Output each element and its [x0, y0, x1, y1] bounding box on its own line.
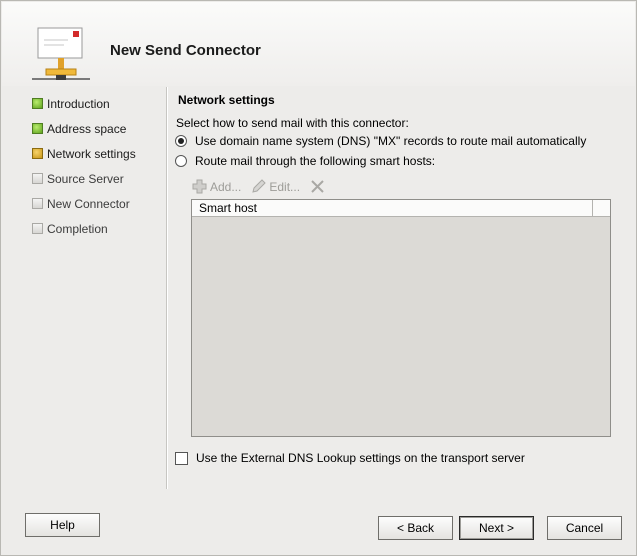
- step-complete-icon: [32, 123, 43, 134]
- step-address-space: Address space: [32, 122, 157, 147]
- smart-host-label: Route mail through the following smart h…: [195, 154, 436, 168]
- step-completion: Completion: [32, 222, 157, 247]
- step-pending-icon: [32, 198, 43, 209]
- smart-host-option[interactable]: Route mail through the following smart h…: [175, 154, 435, 168]
- edit-label: Edit...: [269, 179, 301, 194]
- step-current-icon: [32, 148, 43, 159]
- smart-host-radio[interactable]: [175, 155, 187, 167]
- cancel-button[interactable]: Cancel: [547, 516, 622, 540]
- step-new-connector: New Connector: [32, 197, 157, 222]
- wizard-window: New Send Connector Introduction Address …: [0, 0, 637, 556]
- step-complete-icon: [32, 98, 43, 109]
- route-prompt: Select how to send mail with this connec…: [176, 116, 409, 130]
- section-title: Network settings: [178, 93, 275, 107]
- add-label: Add...: [210, 179, 242, 194]
- external-dns-label: Use the External DNS Lookup settings on …: [196, 451, 525, 465]
- step-label: Address space: [47, 122, 127, 136]
- step-network-settings: Network settings: [32, 147, 157, 172]
- pencil-icon: [252, 179, 267, 193]
- help-button[interactable]: Help: [25, 513, 100, 537]
- dns-mx-option[interactable]: Use domain name system (DNS) "MX" record…: [175, 134, 586, 148]
- back-button[interactable]: < Back: [378, 516, 453, 540]
- wizard-steps: Introduction Address space Network setti…: [32, 97, 157, 247]
- network-settings-panel: Network settings Select how to send mail…: [168, 87, 620, 489]
- add-button[interactable]: Add...: [192, 179, 241, 194]
- add-icon: [192, 179, 207, 194]
- remove-button[interactable]: [310, 179, 328, 194]
- step-label: Introduction: [47, 97, 110, 111]
- step-label: Completion: [47, 222, 108, 236]
- external-dns-option[interactable]: Use the External DNS Lookup settings on …: [175, 451, 525, 465]
- step-pending-icon: [32, 223, 43, 234]
- smart-host-column-header[interactable]: Smart host: [192, 200, 593, 216]
- step-label: New Connector: [47, 197, 130, 211]
- list-header: Smart host: [192, 200, 610, 217]
- step-source-server: Source Server: [32, 172, 157, 197]
- smart-host-list[interactable]: Smart host: [191, 199, 611, 437]
- smart-host-toolbar: Add... Edit...: [192, 179, 338, 194]
- step-label: Source Server: [47, 172, 124, 186]
- wizard-header: New Send Connector: [2, 2, 635, 86]
- wizard-title: New Send Connector: [110, 42, 261, 59]
- edit-button[interactable]: Edit...: [251, 179, 300, 194]
- step-label: Network settings: [47, 147, 136, 161]
- next-button[interactable]: Next >: [459, 516, 534, 540]
- external-dns-checkbox[interactable]: [175, 451, 188, 465]
- delete-icon: [311, 180, 324, 193]
- dns-mx-label: Use domain name system (DNS) "MX" record…: [195, 134, 587, 148]
- dns-mx-radio[interactable]: [175, 135, 187, 147]
- send-connector-icon: [32, 27, 90, 80]
- step-pending-icon: [32, 173, 43, 184]
- step-introduction: Introduction: [32, 97, 157, 122]
